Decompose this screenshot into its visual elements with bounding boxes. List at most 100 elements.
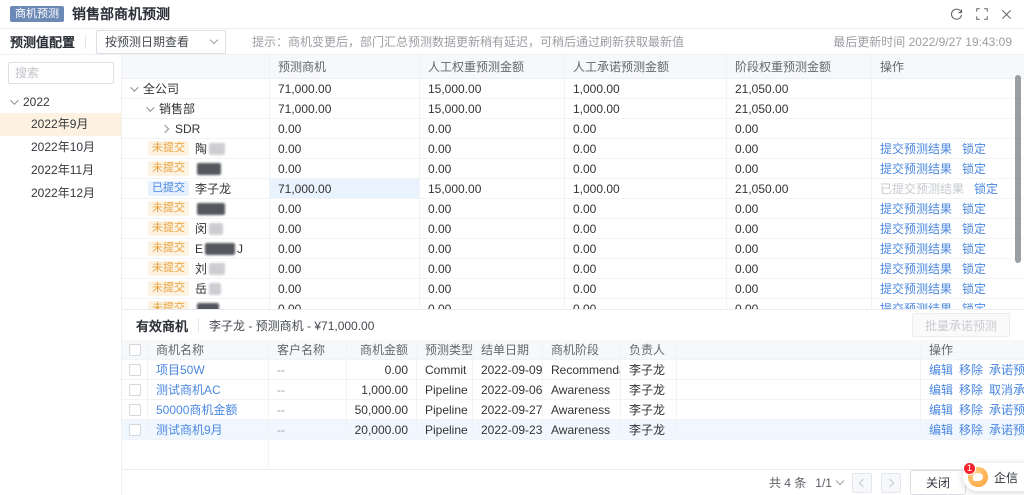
tree-item-month-1[interactable]: 2022年10月 <box>0 136 121 159</box>
fullscreen-icon[interactable] <box>976 8 988 20</box>
lock-link[interactable]: 锁定 <box>962 220 986 237</box>
value-cell: 1,000.00 <box>565 79 727 98</box>
value-cell: 0.00 <box>270 159 420 178</box>
tree-item-month-2[interactable]: 2022年11月 <box>0 159 121 182</box>
actions-cell: 提交预测结果锁定 <box>872 159 1024 178</box>
status-badge: 未提交 <box>148 221 189 236</box>
tree-node-year[interactable]: 2022 <box>0 91 121 113</box>
next-page-button[interactable] <box>881 473 901 493</box>
lock-link[interactable]: 锁定 <box>962 200 986 217</box>
date-sidebar: 20222022年9月2022年10月2022年11月2022年12月 <box>0 55 122 495</box>
edit-link[interactable]: 编辑 <box>929 381 953 398</box>
forecast-group-row: 销售部71,000.0015,000.001,000.0021,050.00 <box>122 99 1024 119</box>
submit-forecast-link[interactable]: 提交预测结果 <box>880 240 952 257</box>
opportunity-name-link[interactable]: 50000商机金额 <box>156 401 237 418</box>
column-header: 操作 <box>920 340 1024 359</box>
prev-page-button[interactable] <box>852 473 872 493</box>
actions-cell: 编辑移除承诺预测 <box>920 420 1024 439</box>
column-header: 预测类型 <box>417 340 473 359</box>
last-updated-time: 最后更新时间 2022/9/27 19:43:09 <box>833 33 1012 50</box>
name-cell[interactable]: 全公司 <box>122 79 270 98</box>
lock-link[interactable]: 锁定 <box>962 140 986 157</box>
qixin-widget[interactable]: 1 企信 <box>963 463 1024 491</box>
page-select[interactable]: 1/1 <box>815 476 843 490</box>
chevron-right-icon[interactable] <box>161 124 169 132</box>
edit-link[interactable]: 编辑 <box>929 361 953 378</box>
user-name: E <box>195 242 203 256</box>
name-cell[interactable]: 未提交闵 <box>122 219 270 238</box>
view-mode-select[interactable]: 按预测日期查看 <box>96 30 226 54</box>
edit-link[interactable]: 编辑 <box>929 401 953 418</box>
row-checkbox[interactable] <box>129 424 141 436</box>
name-cell[interactable]: 未提交岳 <box>122 279 270 298</box>
row-checkbox[interactable] <box>129 364 141 376</box>
forecast-user-row: 未提交0.000.000.000.00提交预测结果锁定 <box>122 159 1024 179</box>
value-cell: 21,050.00 <box>727 179 872 198</box>
commit-forecast-link[interactable]: 承诺预测 <box>989 361 1024 378</box>
close-icon[interactable] <box>1001 9 1012 20</box>
filler-cell <box>677 380 920 399</box>
group-name: 全公司 <box>143 80 179 97</box>
opportunity-name-link[interactable]: 项目50W <box>156 361 205 378</box>
submit-forecast-link[interactable]: 提交预测结果 <box>880 140 952 157</box>
lock-link[interactable]: 锁定 <box>962 260 986 277</box>
lock-link[interactable]: 锁定 <box>974 180 998 197</box>
remove-link[interactable]: 移除 <box>959 381 983 398</box>
name-cell[interactable]: 未提交 <box>122 299 270 309</box>
lock-link[interactable]: 锁定 <box>962 300 986 309</box>
name-cell[interactable]: 未提交EJ <box>122 239 270 258</box>
submit-forecast-link[interactable]: 提交预测结果 <box>880 200 952 217</box>
lock-link[interactable]: 锁定 <box>962 160 986 177</box>
search-input[interactable] <box>8 62 114 84</box>
submit-forecast-link[interactable]: 提交预测结果 <box>880 220 952 237</box>
customer-cell: -- <box>269 360 347 379</box>
forecast-type-cell: Pipeline <box>417 380 473 399</box>
column-header: 负责人 <box>621 340 677 359</box>
submit-forecast-link[interactable]: 提交预测结果 <box>880 300 952 309</box>
status-badge: 未提交 <box>148 281 189 296</box>
submit-forecast-link[interactable]: 提交预测结果 <box>880 280 952 297</box>
column-header: 客户名称 <box>269 340 347 359</box>
lock-link[interactable]: 锁定 <box>962 240 986 257</box>
value-cell: 0.00 <box>420 159 565 178</box>
name-cell[interactable]: 已提交李子龙 <box>122 179 270 198</box>
name-cell[interactable]: SDR <box>122 119 270 138</box>
commit-forecast-link[interactable]: 承诺预测 <box>989 421 1024 438</box>
select-all-checkbox[interactable] <box>129 344 141 356</box>
remove-link[interactable]: 移除 <box>959 361 983 378</box>
actions-cell: 提交预测结果锁定 <box>872 279 1024 298</box>
tree-item-month-0[interactable]: 2022年9月 <box>0 113 121 136</box>
filler-cell <box>677 360 920 379</box>
redacted-name <box>209 223 223 235</box>
submit-forecast-link[interactable]: 提交预测结果 <box>880 160 952 177</box>
chevron-down-icon[interactable] <box>146 103 154 111</box>
edit-link[interactable]: 编辑 <box>929 421 953 438</box>
name-cell[interactable]: 未提交陶 <box>122 139 270 158</box>
value-cell: 0.00 <box>420 139 565 158</box>
submit-forecast-link[interactable]: 提交预测结果 <box>880 260 952 277</box>
chevron-down-icon[interactable] <box>130 83 138 91</box>
refresh-icon[interactable] <box>950 8 963 21</box>
value-cell: 0.00 <box>420 259 565 278</box>
forecast-user-row: 已提交李子龙71,000.0015,000.001,000.0021,050.0… <box>122 179 1024 199</box>
opportunity-name-link[interactable]: 测试商机9月 <box>156 421 223 438</box>
remove-link[interactable]: 移除 <box>959 421 983 438</box>
batch-commit-button[interactable]: 批量承诺预测 <box>912 313 1010 337</box>
close-button[interactable]: 关闭 <box>910 470 966 495</box>
vertical-scrollbar[interactable] <box>1015 75 1021 263</box>
commit-forecast-link[interactable]: 承诺预测 <box>989 401 1024 418</box>
tree-item-month-3[interactable]: 2022年12月 <box>0 182 121 205</box>
cancel-commit-link[interactable]: 取消承诺 <box>989 381 1024 398</box>
remove-link[interactable]: 移除 <box>959 401 983 418</box>
forecast-group-row: 全公司71,000.0015,000.001,000.0021,050.00 <box>122 79 1024 99</box>
submitted-forecast-label: 已提交预测结果 <box>880 180 964 197</box>
opportunity-name-link[interactable]: 测试商机AC <box>156 381 221 398</box>
name-cell[interactable]: 未提交刘 <box>122 259 270 278</box>
name-cell[interactable]: 销售部 <box>122 99 270 118</box>
row-checkbox[interactable] <box>129 384 141 396</box>
actions-cell: 提交预测结果 锁定 <box>872 299 1024 309</box>
name-cell[interactable]: 未提交 <box>122 199 270 218</box>
lock-link[interactable]: 锁定 <box>962 280 986 297</box>
name-cell[interactable]: 未提交 <box>122 159 270 178</box>
row-checkbox[interactable] <box>129 404 141 416</box>
